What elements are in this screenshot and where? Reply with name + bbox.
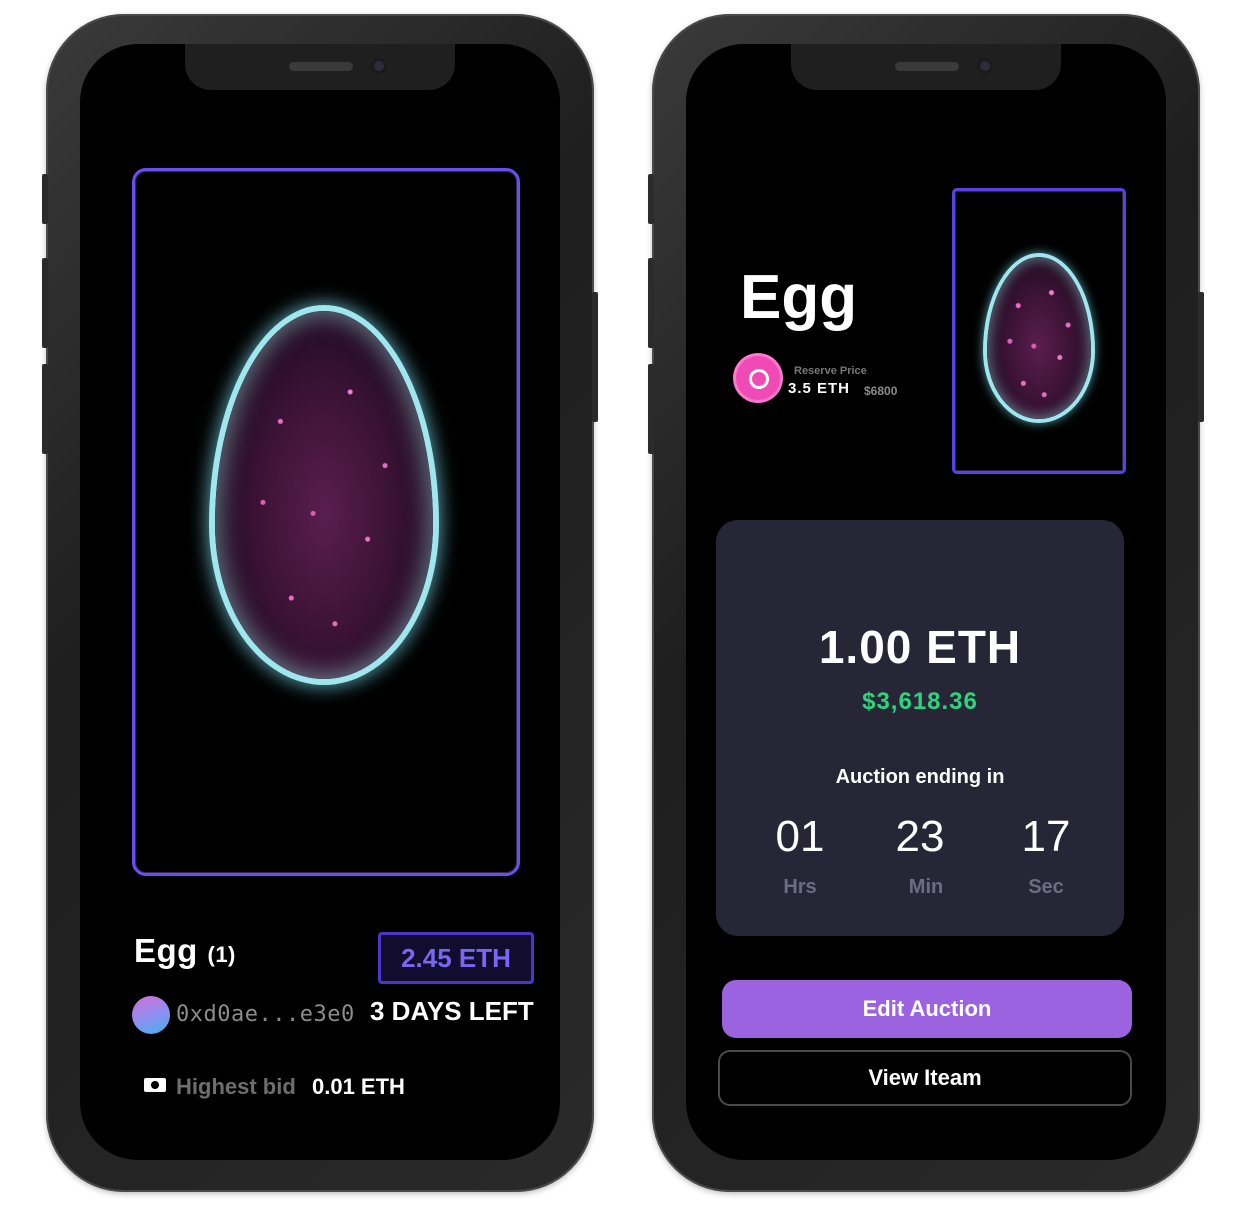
item-title: Egg (1) <box>134 932 236 970</box>
auction-card: 1.00 ETH $3,618.36 Auction ending in 01 … <box>716 520 1124 936</box>
owner-avatar[interactable] <box>132 996 170 1034</box>
view-item-button[interactable]: View Iteam <box>718 1050 1132 1106</box>
mute-switch <box>42 174 48 224</box>
notch <box>185 44 455 90</box>
highest-bid-value: 0.01 ETH <box>312 1074 405 1099</box>
highest-bid-label: Highest bid <box>176 1074 296 1099</box>
volume-up-button <box>648 258 654 348</box>
reserve-price-eth: 3.5 ETH <box>788 380 851 397</box>
countdown-minutes-label: Min <box>908 876 944 898</box>
mute-switch <box>648 174 654 224</box>
egg-artwork <box>215 311 433 679</box>
auction-ending-label: Auction ending in <box>835 766 1005 788</box>
owner-address[interactable]: 0xd0ae...e3e0 <box>176 1002 355 1027</box>
notch <box>791 44 1061 90</box>
speaker <box>289 62 353 71</box>
volume-up-button <box>42 258 48 348</box>
item-title: Egg <box>740 263 858 332</box>
item-name: Egg <box>134 932 198 969</box>
volume-down-button <box>42 364 48 454</box>
power-button <box>1198 292 1204 422</box>
screen-left: Egg (1) 2.45 ETH 0xd0ae...e3e0 3 DAYS LE… <box>80 44 560 1160</box>
front-camera <box>371 58 387 74</box>
phone-right: Egg Reserve Price 3.5 ETH $6800 1.00 ETH… <box>648 14 1204 1192</box>
edit-auction-button[interactable]: Edit Auction <box>722 980 1132 1038</box>
nft-artwork-frame[interactable] <box>132 168 520 876</box>
phone-left: Egg (1) 2.45 ETH 0xd0ae...e3e0 3 DAYS LE… <box>42 14 598 1192</box>
reserve-price-icon <box>736 356 780 400</box>
volume-down-button <box>648 364 654 454</box>
countdown-seconds-label: Sec <box>1028 876 1064 898</box>
countdown-hours: 01 <box>775 812 825 861</box>
time-left: 3 DAYS LEFT <box>370 996 534 1026</box>
price-badge[interactable]: 2.45 ETH <box>378 932 534 984</box>
power-button <box>592 292 598 422</box>
item-count: (1) <box>207 942 236 967</box>
screen-right: Egg Reserve Price 3.5 ETH $6800 1.00 ETH… <box>686 44 1166 1160</box>
current-bid-usd: $3,618.36 <box>862 688 978 715</box>
current-bid-eth: 1.00 ETH <box>818 621 1022 673</box>
countdown-minutes: 23 <box>895 812 945 861</box>
reserve-price-label: Reserve Price <box>794 365 867 377</box>
front-camera <box>977 58 993 74</box>
nft-thumbnail[interactable] <box>952 188 1126 474</box>
countdown-seconds: 17 <box>1021 812 1071 861</box>
bid-icon <box>144 1078 166 1092</box>
reserve-price-usd: $6800 <box>864 384 898 398</box>
countdown-hours-label: Hrs <box>783 876 817 898</box>
egg-artwork <box>987 257 1091 419</box>
speaker <box>895 62 959 71</box>
